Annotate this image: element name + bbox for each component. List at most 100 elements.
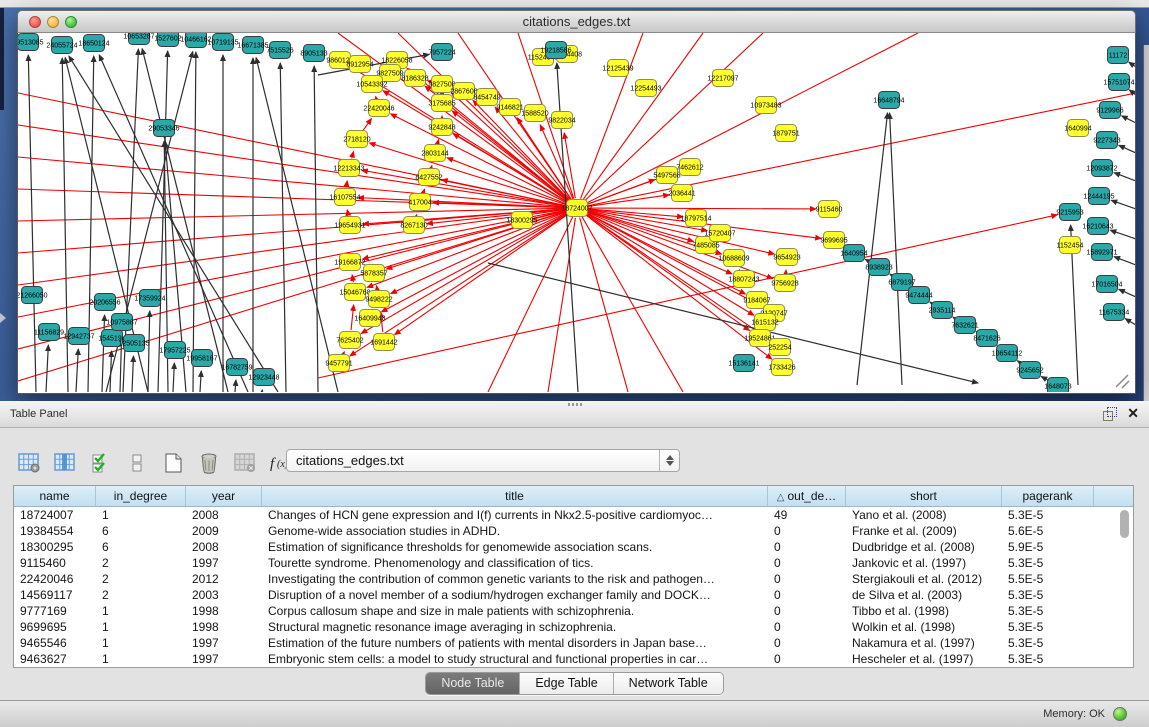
graph-node[interactable]: 1588520	[521, 105, 548, 122]
network-window[interactable]: citations_edges.txt 18724007986012389129…	[17, 10, 1136, 394]
graph-node[interactable]: 1691442	[370, 334, 397, 351]
graph-node[interactable]: 8938923	[865, 259, 892, 276]
graph-node[interactable]: 19958167	[186, 350, 217, 367]
graph-node[interactable]: 12213343	[333, 160, 364, 177]
graph-node[interactable]: 16782759	[221, 359, 252, 376]
graph-node[interactable]: 9474444	[905, 287, 932, 304]
column-header-pagerank[interactable]: pagerank	[1002, 486, 1094, 506]
graph-node[interactable]: 8186328	[401, 70, 428, 87]
graph-node[interactable]: 10654112	[992, 345, 1023, 362]
graph-node[interactable]: 5878357	[360, 265, 387, 282]
column-header-title[interactable]: title	[262, 486, 768, 506]
graph-node[interactable]: 12125439	[602, 60, 633, 77]
memory-status-indicator[interactable]	[1113, 707, 1127, 721]
tab-network-table[interactable]: Network Table	[614, 673, 723, 694]
graph-node[interactable]: 9457791	[325, 355, 352, 372]
graph-node[interactable]: 9822034	[548, 112, 575, 129]
column-header-short[interactable]: short	[846, 486, 1002, 506]
table-options-icon[interactable]	[16, 449, 42, 477]
graph-node[interactable]: 9115460	[816, 201, 843, 218]
new-file-icon[interactable]	[160, 449, 186, 477]
table-row[interactable]: 1830029562008Estimation of significance …	[14, 539, 1133, 555]
show-columns-icon[interactable]	[52, 449, 78, 477]
graph-node[interactable]: 7515526	[266, 42, 293, 59]
column-header-in_degree[interactable]: in_degree	[96, 486, 186, 506]
graph-node[interactable]: 16210643	[1082, 218, 1113, 235]
graph-node[interactable]: 9146821	[496, 99, 523, 116]
graph-node[interactable]: 8267130	[400, 217, 427, 234]
graph-node[interactable]: 9129966	[1096, 102, 1123, 119]
graph-node[interactable]: 19513085	[18, 34, 44, 51]
graph-node[interactable]: 3175685	[428, 95, 455, 112]
graph-node[interactable]: 8427552	[415, 169, 442, 186]
graph-node[interactable]: 22420046	[363, 100, 394, 117]
graph-node[interactable]: 9699695	[820, 232, 847, 249]
table-row[interactable]: 1456911722003Disruption of a novel membe…	[14, 587, 1133, 603]
table-scrollbar-thumb[interactable]	[1120, 510, 1129, 538]
graph-node[interactable]: 8905133	[300, 45, 327, 62]
graph-node[interactable]: 1733426	[768, 359, 795, 376]
network-table-select[interactable]: citations_edges.txt	[286, 449, 680, 472]
graph-node[interactable]: 1640954	[840, 245, 867, 262]
tab-node-table[interactable]: Node Table	[426, 673, 520, 694]
graph-node[interactable]: 10973483	[750, 97, 781, 114]
graph-node[interactable]: 10975887	[106, 314, 137, 331]
graph-node[interactable]: 1527602	[154, 33, 181, 47]
graph-node[interactable]: 12254493	[630, 80, 661, 97]
float-panel-icon[interactable]	[1103, 407, 1117, 420]
panel-collapse-arrow-icon[interactable]	[0, 313, 6, 323]
graph-node[interactable]: 9242848	[428, 119, 455, 136]
graph-node[interactable]: 417004	[408, 194, 431, 211]
network-view-canvas[interactable]: 1872400798601238912954182260589827509105…	[17, 33, 1136, 394]
table-row[interactable]: 977716911998Corpus callosum shape and si…	[14, 603, 1133, 619]
graph-node[interactable]: 11172	[1108, 47, 1129, 64]
table-row[interactable]: 2242004622012Investigating the contribut…	[14, 571, 1133, 587]
graph-node[interactable]: 7625402	[336, 332, 363, 349]
graph-node[interactable]: 12942737	[63, 328, 94, 345]
graph-node[interactable]: 15892971	[1086, 244, 1117, 261]
graph-node[interactable]: 21266050	[18, 287, 48, 304]
graph-node[interactable]: 2803144	[421, 145, 448, 162]
splitter-handle[interactable]	[568, 403, 582, 406]
graph-node[interactable]: 15751074	[1103, 74, 1134, 91]
graph-node[interactable]: 7462612	[676, 159, 703, 176]
trash-icon[interactable]	[196, 449, 222, 477]
graph-node[interactable]: 16107554	[329, 189, 360, 206]
table-panel-header[interactable]: Table Panel ✕	[0, 401, 1149, 428]
graph-node[interactable]: 9215953	[1056, 204, 1083, 221]
combo-stepper-icon[interactable]	[659, 450, 679, 471]
network-graph[interactable]: 1872400798601238912954182260589827509105…	[18, 33, 1135, 392]
column-header-name[interactable]: name	[14, 486, 96, 506]
graph-node[interactable]: 9227343	[1093, 132, 1120, 149]
graph-node[interactable]: 10688609	[718, 250, 749, 267]
graph-node[interactable]: 11675334	[1099, 304, 1130, 321]
column-header-out_de[interactable]: △out_de…	[768, 486, 846, 506]
graph-node[interactable]: 20206556	[89, 294, 120, 311]
table-row[interactable]: 969969511998Structural magnetic resonanc…	[14, 619, 1133, 635]
graph-node[interactable]: 12093872	[1086, 160, 1117, 177]
graph-node[interactable]: 11156829	[34, 324, 64, 341]
delete-table-icon[interactable]	[232, 449, 258, 477]
unselect-all-icon[interactable]	[124, 449, 150, 477]
graph-node[interactable]: 18650124	[78, 35, 109, 52]
column-header-year[interactable]: year	[186, 486, 262, 506]
graph-node[interactable]: 2036441	[668, 185, 695, 202]
graph-node[interactable]: 18807243	[728, 271, 759, 288]
graph-node[interactable]: 252254	[768, 339, 791, 356]
graph-node[interactable]: 8471626	[973, 330, 1000, 347]
graph-node[interactable]: 1648073	[1044, 378, 1071, 393]
select-all-icon[interactable]	[88, 449, 114, 477]
graph-node[interactable]: 9756928	[771, 275, 798, 292]
table-row[interactable]: 911546021997Tourette syndrome. Phenomeno…	[14, 555, 1133, 571]
tab-edge-table[interactable]: Edge Table	[520, 673, 613, 694]
graph-node[interactable]: 24055724	[46, 37, 77, 54]
table-row[interactable]: 946362711997Embryonic stem cells: a mode…	[14, 651, 1133, 667]
graph-node[interactable]: 15136141	[728, 355, 759, 372]
graph-node[interactable]: 9245652	[1016, 362, 1043, 379]
graph-node[interactable]: 2935114	[929, 302, 956, 319]
graph-node[interactable]: 2718120	[343, 131, 370, 148]
graph-node[interactable]: 9498222	[365, 291, 392, 308]
graph-node[interactable]: 17016504	[1091, 276, 1122, 293]
graph-node[interactable]: 16671385	[237, 37, 268, 54]
graph-node[interactable]: 9654923	[773, 249, 800, 266]
